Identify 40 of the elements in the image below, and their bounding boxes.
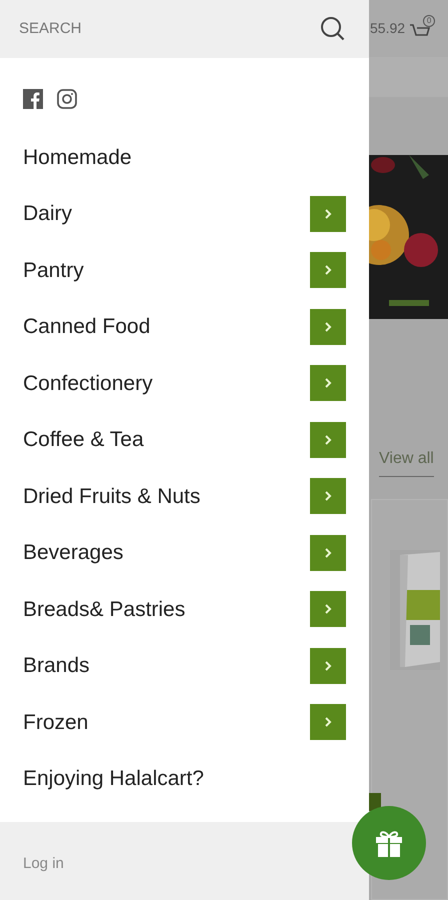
expand-button[interactable] [310, 648, 346, 684]
menu-item[interactable]: Beverages [0, 524, 369, 581]
menu-item[interactable]: Frozen [0, 694, 369, 750]
chevron-right-icon [324, 717, 332, 728]
expand-button[interactable] [310, 534, 346, 571]
chevron-right-icon [324, 208, 332, 219]
cart-total: 55.92 [370, 19, 406, 38]
instagram-icon[interactable] [57, 89, 77, 109]
expand-button[interactable] [310, 252, 346, 288]
chevron-right-icon [324, 660, 332, 671]
menu-item[interactable]: Canned Food [0, 298, 369, 355]
menu-item[interactable]: Pantry [0, 242, 369, 298]
expand-button[interactable] [310, 196, 346, 232]
menu-item[interactable]: Homemade [0, 129, 369, 186]
chevron-right-icon [324, 491, 332, 502]
expand-button[interactable] [310, 704, 346, 740]
search-icon[interactable] [319, 15, 347, 43]
chevron-right-icon [324, 322, 332, 332]
expand-button[interactable] [310, 591, 346, 628]
expand-button[interactable] [310, 478, 346, 514]
cart-count: 0 [423, 14, 436, 26]
menu-item[interactable]: Dairy [0, 186, 369, 242]
menu-item[interactable]: Coffee & Tea [0, 412, 369, 468]
menu-item[interactable]: Enjoying Halalcart? [0, 750, 369, 807]
menu-item[interactable]: Brands [0, 638, 369, 694]
expand-button[interactable] [310, 422, 346, 458]
menu-item[interactable]: Breads& Pastries [0, 581, 369, 638]
expand-button[interactable] [310, 365, 346, 402]
chevron-right-icon [324, 604, 332, 614]
facebook-icon[interactable] [23, 89, 43, 109]
button-edge [369, 793, 381, 811]
menu-item[interactable]: Dried Fruits & Nuts [0, 468, 369, 524]
expand-button[interactable] [310, 308, 346, 345]
chevron-right-icon [324, 378, 332, 388]
chevron-right-icon [324, 548, 332, 558]
chevron-right-icon [324, 434, 332, 445]
chevron-right-icon [324, 265, 332, 276]
search-bar[interactable]: SEARCH [0, 0, 369, 58]
search-field[interactable]: SEARCH [19, 18, 319, 40]
menu-item[interactable]: Confectionery [0, 355, 369, 412]
